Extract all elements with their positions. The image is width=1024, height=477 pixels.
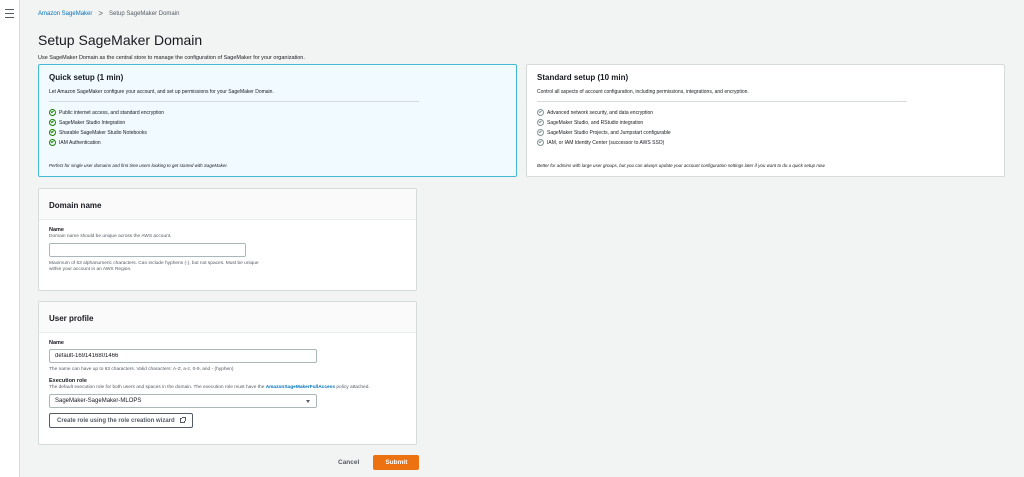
feature-text: Advanced network security, and data encr…	[547, 109, 654, 116]
quick-setup-description: Let Amazon SageMaker configure your acco…	[49, 89, 274, 95]
domain-name-description: Domain name should be unique across the …	[49, 234, 172, 239]
breadcrumb: Amazon SageMaker > Setup SageMaker Domai…	[38, 9, 180, 18]
role-desc-suffix: policy attached.	[335, 385, 370, 390]
feature-text: SageMaker Studio Projects, and Jumpstart…	[547, 129, 671, 136]
user-name-input[interactable]	[49, 349, 317, 363]
page-title: Setup SageMaker Domain	[38, 32, 203, 48]
chevron-right-icon: >	[98, 9, 104, 18]
hamburger-menu-icon[interactable]	[5, 9, 14, 18]
submit-button[interactable]: Submit	[373, 455, 420, 470]
check-circle-icon	[49, 119, 56, 126]
execution-role-select[interactable]: SageMaker-SageMaker-MLOPS	[49, 394, 317, 408]
main-content: Amazon SageMaker > Setup SageMaker Domai…	[38, 0, 1008, 477]
check-circle-icon	[537, 119, 544, 126]
standard-setup-tile[interactable]: Standard setup (10 min) Control all aspe…	[526, 64, 1005, 177]
create-role-wizard-label: Create role using the role creation wiza…	[57, 417, 175, 424]
domain-name-constraint: Maximum of 63 alphanumeric characters. C…	[49, 261, 406, 273]
domain-name-panel: Domain name Name Domain name should be u…	[38, 188, 417, 291]
user-name-constraint: The name can have up to 63 characters. V…	[49, 367, 234, 372]
check-circle-icon	[537, 139, 544, 146]
breadcrumb-link-sagemaker[interactable]: Amazon SageMaker	[38, 11, 92, 17]
execution-role-label: Execution role	[49, 378, 87, 384]
create-role-wizard-button[interactable]: Create role using the role creation wiza…	[49, 413, 193, 428]
domain-name-label: Name	[49, 227, 64, 233]
standard-setup-footer: Better for admins with large user groups…	[537, 163, 826, 168]
check-circle-icon	[537, 109, 544, 116]
feature-text: IAM, or IAM Identity Center (successor t…	[547, 139, 665, 146]
domain-name-header: Domain name	[39, 189, 416, 220]
quick-setup-title: Quick setup (1 min)	[49, 73, 124, 82]
feature-item: Public internet access, and standard enc…	[49, 109, 506, 116]
user-profile-panel: User profile Name The name can have up t…	[38, 301, 417, 445]
feature-item: Sharable SageMaker Studio Notebooks	[49, 129, 506, 136]
divider	[49, 101, 419, 102]
feature-item: SageMaker Studio, and RStudio integratio…	[537, 119, 994, 126]
constraint-line-2: within your account in an AWS Region.	[49, 267, 132, 272]
check-circle-icon	[49, 139, 56, 146]
execution-role-value: SageMaker-SageMaker-MLOPS	[55, 398, 142, 404]
quick-setup-tile[interactable]: Quick setup (1 min) Let Amazon SageMaker…	[38, 64, 517, 177]
breadcrumb-current: Setup SageMaker Domain	[109, 11, 180, 17]
feature-text: SageMaker Studio Integration	[59, 119, 126, 126]
quick-setup-footer: Perfect for single user domains and firs…	[49, 163, 228, 168]
execution-role-description: The default execution role for both user…	[49, 385, 406, 391]
check-circle-icon	[49, 109, 56, 116]
caret-down-icon	[306, 400, 310, 403]
cancel-button[interactable]: Cancel	[338, 459, 359, 466]
divider	[537, 101, 907, 102]
feature-text: Public internet access, and standard enc…	[59, 109, 165, 116]
domain-name-input[interactable]	[49, 243, 246, 257]
page-description: Use SageMaker Domain as the central stor…	[38, 55, 305, 61]
feature-item: SageMaker Studio Projects, and Jumpstart…	[537, 129, 994, 136]
side-navigation	[0, 0, 20, 477]
user-profile-header: User profile	[39, 302, 416, 333]
feature-item: Advanced network security, and data encr…	[537, 109, 994, 116]
feature-item: IAM Authentication	[49, 139, 506, 146]
feature-item: IAM, or IAM Identity Center (successor t…	[537, 139, 994, 146]
full-access-policy-link[interactable]: AmazonSageMakerFullAccess	[266, 385, 335, 390]
feature-text: Sharable SageMaker Studio Notebooks	[59, 129, 147, 136]
standard-setup-title: Standard setup (10 min)	[537, 73, 629, 82]
role-desc-prefix: The default execution role for both user…	[49, 385, 266, 390]
external-link-icon	[179, 417, 186, 423]
feature-text: IAM Authentication	[59, 139, 101, 146]
check-circle-icon	[537, 129, 544, 136]
form-actions: Cancel Submit	[338, 455, 420, 470]
standard-setup-description: Control all aspects of account configura…	[537, 89, 749, 95]
feature-text: SageMaker Studio, and RStudio integratio…	[547, 119, 644, 126]
check-circle-icon	[49, 129, 56, 136]
feature-item: SageMaker Studio Integration	[49, 119, 506, 126]
user-name-label: Name	[49, 340, 64, 346]
